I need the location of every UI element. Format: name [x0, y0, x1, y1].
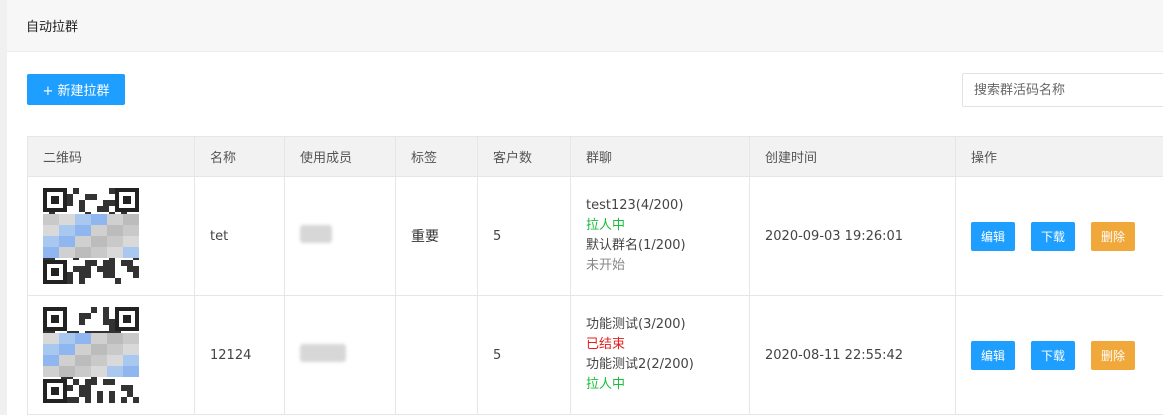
new-group-button[interactable]: + 新建拉群 — [27, 74, 125, 105]
group-name: test123(4/200) — [586, 198, 684, 213]
column-header-tag: 标签 — [395, 136, 478, 177]
group-table: 二维码 名称 使用成员 标签 客户数 群聊 创建时间 操作 tet 重要 5 t… — [27, 136, 1163, 415]
download-button[interactable]: 下载 — [1031, 340, 1076, 370]
tag-cell — [395, 295, 478, 415]
page-header: 自动拉群 — [7, 0, 1163, 52]
column-header-groups: 群聊 — [570, 136, 750, 177]
qrcode-cell — [27, 176, 195, 296]
column-header-qrcode: 二维码 — [27, 136, 195, 177]
name-cell: tet — [194, 176, 285, 296]
column-header-member: 使用成员 — [284, 136, 396, 177]
table-header-row: 二维码 名称 使用成员 标签 客户数 群聊 创建时间 操作 — [27, 136, 1163, 177]
member-cell — [284, 295, 396, 415]
qrcode-image — [43, 307, 139, 403]
qrcode-cell — [27, 295, 195, 415]
table-row: tet 重要 5 test123(4/200) 拉人中 默认群名(1/200) … — [27, 176, 1163, 296]
created-cell: 2020-08-11 22:55:42 — [749, 295, 956, 415]
blurred-member — [300, 344, 346, 362]
delete-button[interactable]: 删除 — [1091, 221, 1136, 251]
search-input[interactable] — [962, 73, 1163, 107]
tag-cell: 重要 — [395, 176, 478, 296]
column-header-customers: 客户数 — [477, 136, 571, 177]
actions-cell: 编辑 下载 删除 — [955, 176, 1163, 296]
qrcode-image — [43, 188, 139, 284]
actions-cell: 编辑 下载 删除 — [955, 295, 1163, 415]
edit-button[interactable]: 编辑 — [971, 221, 1016, 251]
group-status: 已结束 — [586, 337, 626, 352]
toolbar: + 新建拉群 — [7, 52, 1163, 136]
table-row: 12124 5 功能测试(3/200) 已结束 功能测试2(2/200) 拉人中… — [27, 295, 1163, 415]
edit-button[interactable]: 编辑 — [971, 340, 1016, 370]
group-name: 功能测试(3/200) — [586, 317, 686, 332]
group-status: 拉人中 — [586, 377, 626, 392]
customers-cell: 5 — [477, 176, 571, 296]
group-name: 默认群名(1/200) — [586, 238, 686, 253]
name-cell: 12124 — [194, 295, 285, 415]
left-edge — [0, 0, 7, 415]
column-header-name: 名称 — [194, 136, 285, 177]
blurred-member — [300, 225, 332, 243]
group-status: 拉人中 — [586, 218, 626, 233]
delete-button[interactable]: 删除 — [1091, 340, 1136, 370]
download-button[interactable]: 下载 — [1031, 221, 1076, 251]
page-title: 自动拉群 — [26, 20, 79, 35]
groups-cell: 功能测试(3/200) 已结束 功能测试2(2/200) 拉人中 — [570, 295, 750, 415]
groups-cell: test123(4/200) 拉人中 默认群名(1/200) 未开始 — [570, 176, 750, 296]
page: 自动拉群 + 新建拉群 二维码 名称 使用成员 标签 客户数 群聊 创建时间 操… — [7, 0, 1163, 415]
created-cell: 2020-09-03 19:26:01 — [749, 176, 956, 296]
customers-cell: 5 — [477, 295, 571, 415]
column-header-created: 创建时间 — [749, 136, 956, 177]
column-header-actions: 操作 — [955, 136, 1163, 177]
group-name: 功能测试2(2/200) — [586, 357, 694, 372]
member-cell — [284, 176, 396, 296]
group-status: 未开始 — [586, 258, 626, 273]
